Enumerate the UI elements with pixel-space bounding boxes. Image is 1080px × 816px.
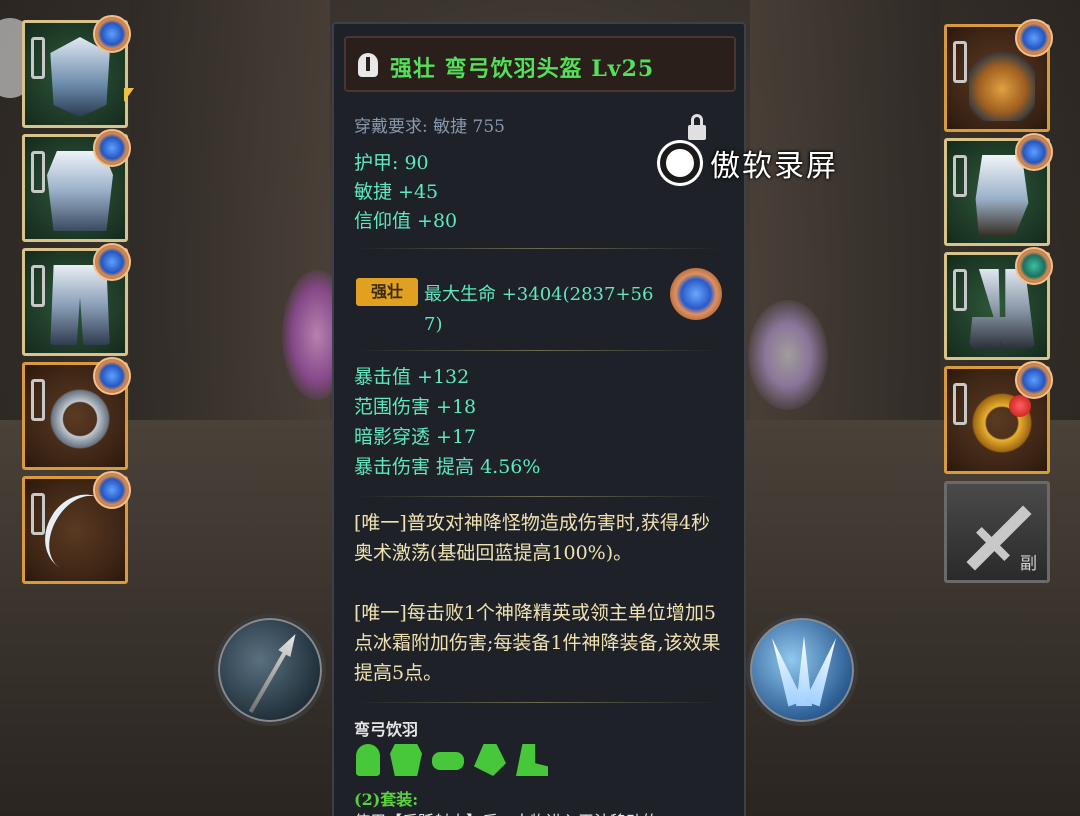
base-stat-agility: 敏捷 +45 — [354, 181, 439, 203]
ruby-gem-icon — [1009, 395, 1031, 417]
offhand-weapon-slot[interactable]: 副 — [944, 481, 1050, 583]
cursor-icon — [124, 88, 134, 102]
skill-ice-shard-button[interactable] — [746, 614, 858, 726]
lock-icon — [31, 151, 45, 193]
helm-type-icon — [358, 53, 378, 77]
chest-icon — [390, 744, 422, 776]
quality-tag: 强壮 — [356, 278, 418, 306]
equip-slot-ring-2[interactable] — [944, 361, 1053, 474]
unique-effect-1: [唯一]普攻对神降怪物造成伤害时,获得4秒奥术激荡(基础回蓝提高100%)。 — [354, 512, 710, 564]
glove-icon — [474, 744, 506, 776]
equip-slot-amulet[interactable] — [944, 19, 1053, 132]
divider — [354, 350, 722, 351]
equip-slot-ring[interactable] — [22, 357, 131, 470]
divider — [354, 248, 722, 249]
lock-icon — [953, 383, 967, 425]
random-stat-crit: 暴击值 +132 — [354, 366, 470, 388]
equip-slot-helm[interactable] — [22, 15, 131, 128]
lock-icon — [953, 269, 967, 311]
random-stat-crit-damage: 暴击伤害 提高 4.56% — [354, 456, 541, 478]
divider — [354, 702, 722, 703]
base-stat-armor: 护甲: 90 — [354, 152, 429, 174]
set-name: 弯弓饮羽 — [354, 720, 419, 739]
lock-icon — [31, 37, 45, 79]
arrow-icon — [244, 631, 301, 716]
equip-slot-legs[interactable] — [22, 243, 131, 356]
rank-badge-icon — [1015, 361, 1053, 399]
record-icon — [660, 143, 700, 183]
equip-slot-boots[interactable] — [944, 247, 1053, 360]
lock-icon — [953, 155, 967, 197]
lock-icon — [953, 41, 967, 83]
belt-icon — [432, 752, 464, 770]
offhand-label: 副 — [1020, 554, 1037, 574]
rank-badge-icon — [93, 129, 131, 167]
set-pieces — [356, 744, 548, 776]
effect-glow — [748, 300, 828, 410]
boots-icon — [516, 744, 548, 776]
set-bonus-label: (2)套装: — [354, 790, 419, 809]
lock-icon — [31, 265, 45, 307]
item-title-bar: 强壮 弯弓饮羽头盔 Lv25 — [344, 36, 736, 92]
quality-bonus: 最大生命 +3404(2837+567) — [424, 284, 654, 335]
ice-shard-icon — [805, 635, 844, 706]
unique-effect-2: [唯一]每击败1个神降精英或领主单位增加5点冰霜附加伤害;每装备1件神降装备,该… — [354, 602, 721, 684]
divider — [354, 496, 722, 497]
wear-requirement: 穿戴要求: 敏捷 755 — [354, 117, 505, 137]
rank-badge-icon — [93, 357, 131, 395]
skill-arrow-button[interactable] — [214, 614, 326, 726]
random-stat-shadow-pen: 暗影穿透 +17 — [354, 426, 477, 448]
lock-icon — [31, 379, 45, 421]
random-stat-area-damage: 范围伤害 +18 — [354, 396, 477, 418]
helm-icon — [356, 744, 380, 776]
rank-badge-icon — [93, 243, 131, 281]
equip-slot-gloves[interactable] — [944, 133, 1053, 246]
set-bonus-text: 使用【后跃射击】后，人物进入无法移动的 — [354, 808, 658, 816]
equip-slot-bow[interactable] — [22, 471, 131, 585]
quality-emblem-icon — [670, 268, 722, 320]
rank-badge-icon — [1015, 19, 1053, 57]
lock-icon — [31, 493, 45, 535]
base-stat-faith: 信仰值 +80 — [354, 210, 458, 232]
equip-slot-chest[interactable] — [22, 129, 131, 242]
watermark-text: 傲软录屏 — [710, 149, 838, 184]
rank-badge-icon — [1015, 247, 1053, 285]
recorder-watermark: 傲软录屏 — [660, 140, 838, 186]
lock-toggle-icon[interactable] — [688, 114, 706, 140]
rank-badge-icon — [93, 471, 131, 509]
rank-badge-icon — [1015, 133, 1053, 171]
rank-badge-icon — [93, 15, 131, 53]
item-title: 强壮 弯弓饮羽头盔 Lv25 — [390, 56, 655, 82]
